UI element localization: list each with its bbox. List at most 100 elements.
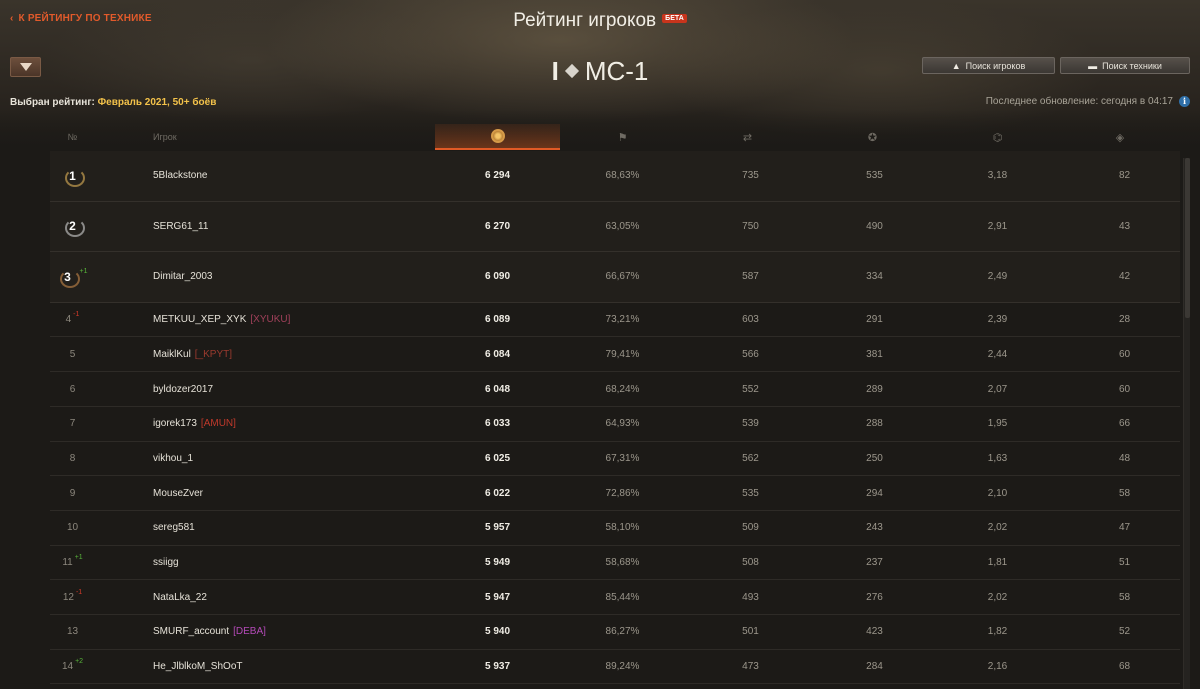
kills-cell: 1,82 (987, 626, 1008, 638)
kills-cell: 1,81 (987, 556, 1008, 568)
table-row[interactable]: 11 +1 ssiigg 5 949 58,68% 508 237 1,81 51 (50, 546, 1180, 581)
column-damage[interactable]: ⇄ (685, 124, 810, 150)
search-players-button[interactable]: ▲ Поиск игроков (922, 57, 1055, 74)
table-row[interactable]: 10 sereg581 5 957 58,10% 509 243 2,02 47 (50, 511, 1180, 546)
selected-rating-value[interactable]: Февраль 2021, 50+ боёв (98, 97, 217, 108)
damage-cell: 501 (742, 626, 759, 638)
column-kills[interactable]: ⌬ (935, 124, 1060, 150)
rating-cell: 6 084 (484, 348, 511, 360)
experience-cell: 423 (866, 626, 883, 638)
spotted-cell: 66 (1118, 418, 1131, 430)
table-row[interactable]: 1 5Blackstone 6 294 68,63% 735 535 3,18 82 (50, 151, 1180, 202)
table-row[interactable]: 12 -1 NataLka_22 5 947 85,44% 493 276 2,02 58 (50, 580, 1180, 615)
table-row[interactable]: 8 vikhou_1 6 025 67,31% 562 250 1,63 48 (50, 442, 1180, 477)
rating-cell: 5 940 (484, 626, 511, 638)
spotted-cell: 58 (1118, 487, 1131, 499)
kills-cell: 2,39 (987, 314, 1008, 326)
filter-button[interactable] (10, 57, 41, 77)
experience-cell: 250 (866, 452, 883, 464)
player-name[interactable]: vikhou_1 (153, 453, 193, 464)
column-player[interactable]: Игрок (153, 124, 353, 150)
table-row[interactable]: 7 igorek173 [AMUN] 6 033 64,93% 539 288 1,95 66 (50, 407, 1180, 442)
rating-cell: 6 022 (484, 487, 511, 499)
rank-number: 7 (69, 418, 76, 430)
column-wins[interactable]: ⚑ (560, 124, 685, 150)
rank-change: +2 (75, 658, 84, 665)
rank-change: +1 (79, 268, 88, 276)
rank-change: -1 (75, 588, 83, 596)
rank-cell: 11 +1 (50, 546, 95, 580)
experience-cell: 334 (866, 271, 883, 283)
column-rating[interactable] (435, 124, 560, 150)
info-icon[interactable]: i (1179, 96, 1190, 107)
damage-cell: 750 (742, 220, 759, 232)
experience-cell: 237 (866, 556, 883, 568)
player-name[interactable]: MaiklKul (153, 349, 191, 360)
player-name[interactable]: MouseZver (153, 488, 203, 499)
player-name[interactable]: sereg581 (153, 522, 195, 533)
rank-cell: 4 -1 (50, 303, 95, 337)
table-row[interactable]: 5 MaiklKul [_KPYT] 6 084 79,41% 566 381 2,44 60 (50, 337, 1180, 373)
rank-cell: 6 (50, 372, 95, 406)
column-experience[interactable]: ✪ (810, 124, 935, 150)
table-row[interactable]: 2 SERG61_11 6 270 63,05% 750 490 2,91 43 (50, 201, 1180, 253)
rating-cell: 6 089 (484, 314, 511, 326)
clan-tag[interactable]: [XYUKU] (250, 314, 290, 325)
search-vehicles-label: Поиск техники (1102, 60, 1162, 71)
player-name[interactable]: METKUU_XEP_XYK (153, 314, 246, 325)
player-icon: ▲ (951, 60, 961, 71)
player-name[interactable]: ssiigg (153, 557, 179, 568)
rank-number: 14 (61, 661, 74, 672)
rating-cell: 5 957 (484, 522, 511, 534)
last-update-text: Последнее обновление: сегодня в 04:17 (985, 96, 1173, 107)
vehicle-tier: I (551, 56, 559, 86)
rating-cell: 5 937 (484, 661, 511, 672)
spotted-cell: 42 (1118, 271, 1131, 283)
spotted-cell: 47 (1118, 522, 1131, 534)
table-row[interactable]: 14 +2 He_JlblkoM_ShOoT 5 937 89,24% 473 284 2,1… (50, 650, 1180, 685)
column-spotted[interactable]: ◈ (1060, 124, 1180, 150)
kills-cell: 2,02 (987, 522, 1008, 534)
rank-number: 4 (65, 314, 72, 326)
player-cell: SMURF_account [DEBA] (153, 615, 266, 649)
wins-cell: 79,41% (605, 348, 640, 360)
spotted-cell: 60 (1118, 348, 1131, 360)
player-name[interactable]: SMURF_account (153, 626, 229, 637)
player-cell: 5Blackstone (153, 151, 207, 201)
player-name[interactable]: NataLka_22 (153, 592, 207, 603)
experience-cell: 276 (866, 591, 883, 603)
rank-medal-icon: 1 (63, 167, 85, 187)
clan-tag[interactable]: [DEBA] (233, 626, 266, 637)
rank-number: 13 (66, 626, 79, 638)
damage-cell: 552 (742, 383, 759, 395)
player-name[interactable]: SERG61_11 (153, 221, 208, 232)
clan-tag[interactable]: [_KPYT] (195, 349, 232, 360)
player-name[interactable]: byldozer2017 (153, 384, 213, 395)
player-name[interactable]: He_JlblkoM_ShOoT (153, 661, 242, 672)
experience-cell: 243 (866, 522, 883, 534)
search-vehicles-button[interactable]: ▬ Поиск техники (1060, 57, 1190, 74)
player-cell: ssiigg (153, 546, 179, 580)
player-name[interactable]: 5Blackstone (153, 170, 207, 181)
player-name[interactable]: Dimitar_2003 (153, 271, 212, 282)
wins-cell: 63,05% (605, 220, 640, 232)
kills-cell: 1,95 (987, 418, 1008, 430)
damage-cell: 509 (742, 522, 759, 534)
rank-cell: 3 +1 (50, 252, 95, 302)
player-cell: byldozer2017 (153, 372, 213, 406)
table-row[interactable]: 13 SMURF_account [DEBA] 5 940 86,27% 501 423 1,… (50, 615, 1180, 650)
table-row[interactable]: 4 -1 METKUU_XEP_XYK [XYUKU] 6 089 73,21% 603 29… (50, 303, 1180, 338)
rating-cell: 6 033 (484, 418, 511, 430)
wins-cell: 89,24% (605, 661, 640, 672)
rank-change: -1 (73, 311, 80, 319)
scrollbar-thumb[interactable] (1185, 158, 1190, 318)
clan-tag[interactable]: [AMUN] (201, 418, 236, 429)
table-row[interactable]: 9 MouseZver 6 022 72,86% 535 294 2,10 58 (50, 476, 1180, 511)
table-row[interactable]: 3 +1 Dimitar_2003 6 090 66,67% 587 334 2,49 42 (50, 252, 1180, 303)
table-row[interactable]: 6 byldozer2017 6 048 68,24% 552 289 2,07 60 (50, 372, 1180, 407)
scrollbar[interactable] (1183, 158, 1190, 689)
damage-cell: 539 (742, 418, 759, 430)
rank-cell: 2 (50, 202, 95, 252)
player-name[interactable]: igorek173 (153, 418, 197, 429)
rating-cell: 5 949 (484, 556, 511, 568)
